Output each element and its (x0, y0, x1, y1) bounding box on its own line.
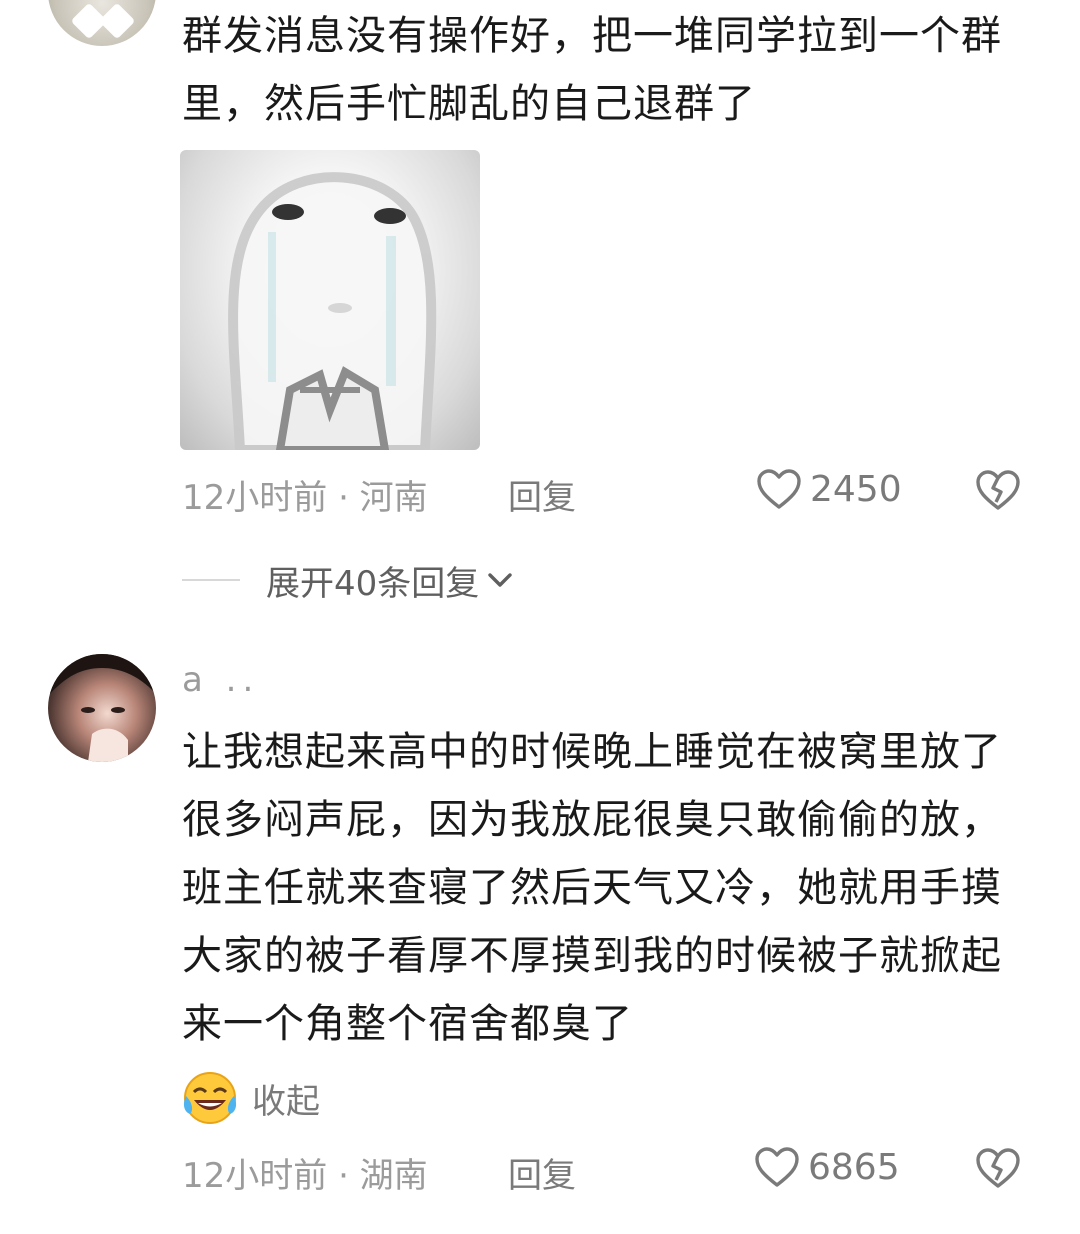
comment-text: 让我想起来高中的时候晚上睡觉在被窝里放了很多闷声屁，因为我放屁很臭只敢偷偷的放，… (182, 729, 1002, 1047)
expand-replies-label: 展开40条回复 (266, 563, 480, 604)
heart-outline-icon (755, 1147, 799, 1187)
username[interactable]: a .. (182, 660, 259, 700)
avatar[interactable] (48, 0, 156, 46)
sticker-image[interactable] (180, 150, 480, 450)
dislike-button[interactable] (974, 1146, 1022, 1194)
like-count: 6865 (808, 1146, 900, 1188)
like-count: 2450 (810, 468, 902, 510)
time-location: 12小时前 · 河南 (182, 478, 428, 518)
like-button[interactable]: 2450 (756, 468, 902, 510)
reply-button[interactable]: 回复 (508, 470, 576, 519)
expand-replies-button[interactable]: 展开40条回复 (182, 556, 517, 604)
avatar-ear (98, 2, 136, 40)
broken-heart-icon (976, 1148, 1020, 1188)
reply-button[interactable]: 回复 (508, 1148, 576, 1197)
comment-meta-row: 12小时前 · 河南 回复 2450 (182, 468, 1042, 519)
comment-text: 群发消息没有操作好，把一堆同学拉到一个群里，然后手忙脚乱的自己退群了 (182, 13, 1002, 127)
avatar[interactable] (48, 654, 156, 762)
comment-meta-row: 12小时前 · 湖南 回复 6865 (182, 1146, 1042, 1197)
broken-heart-icon (976, 470, 1020, 510)
collapse-button[interactable]: 收起 (180, 1070, 320, 1126)
laughing-crying-emoji-icon (183, 1072, 237, 1124)
crying-ghost-sticker (228, 172, 437, 450)
chevron-down-icon (488, 573, 512, 587)
time-location: 12小时前 · 湖南 (182, 1156, 428, 1196)
dislike-button[interactable] (974, 468, 1022, 516)
collapse-label: 收起 (252, 1081, 320, 1122)
divider-line (182, 579, 240, 581)
like-button[interactable]: 6865 (754, 1146, 900, 1188)
avatar-portrait (48, 654, 156, 762)
heart-outline-icon (757, 469, 801, 509)
